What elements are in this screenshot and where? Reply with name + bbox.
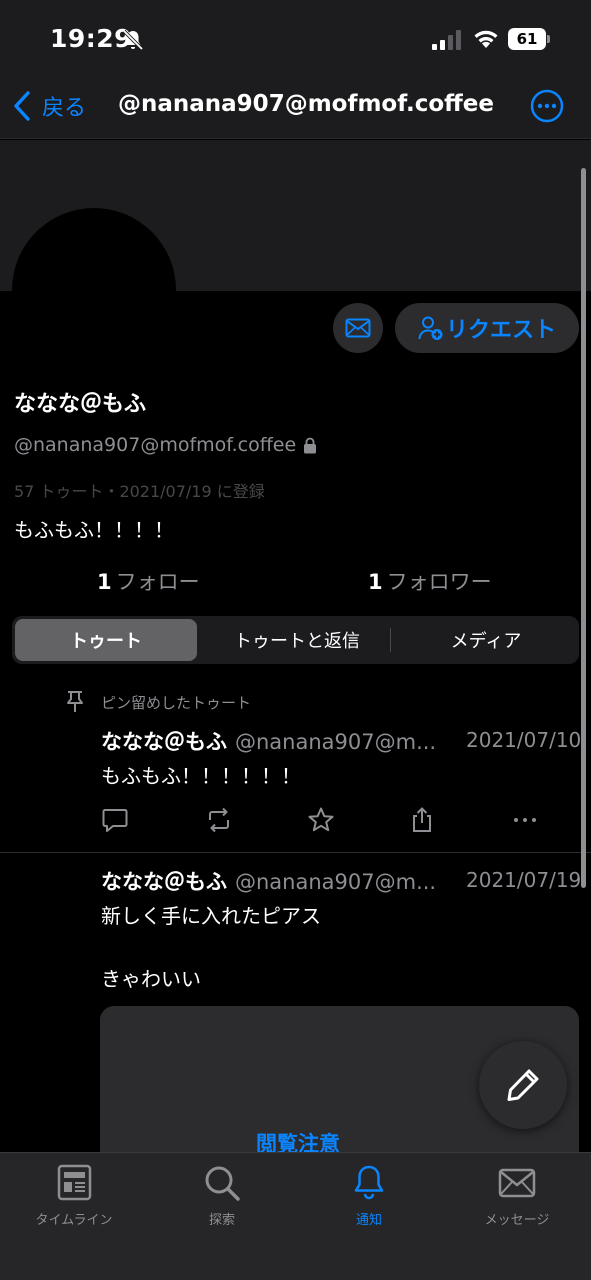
followers-label: フォロワー — [386, 570, 492, 594]
tab-toots-and-replies[interactable]: トゥートと返信 — [204, 619, 390, 661]
tab-toots[interactable]: トゥート — [15, 619, 197, 661]
tab-messages-label: メッセージ — [484, 1213, 550, 1228]
battery-tip — [547, 35, 550, 43]
tab-bar: タイムライン 探索 通知 メッセージ — [0, 1152, 591, 1280]
profile-handle: @nanana907@mofmof.coffee — [14, 434, 317, 456]
tab-media[interactable]: メディア — [396, 619, 576, 661]
pin-icon — [67, 691, 83, 712]
lock-icon — [304, 437, 317, 453]
scrollbar[interactable] — [581, 168, 586, 888]
timeline-icon — [57, 1164, 92, 1201]
share-icon[interactable] — [408, 806, 436, 834]
post-date: 2021/07/19 — [466, 868, 582, 892]
tab-timeline[interactable]: タイムライン — [0, 1163, 148, 1228]
request-label: リクエスト — [445, 318, 556, 343]
post-header[interactable]: ななな＠もふ @nanana907@m... — [101, 866, 436, 896]
post-content: もふもふ！！！！！！ — [101, 764, 301, 788]
envelope-icon — [498, 1168, 536, 1198]
cellular-signal-icon — [432, 30, 461, 50]
follow-request-button[interactable]: リクエスト — [395, 303, 579, 353]
tab-notifications[interactable]: 通知 — [295, 1163, 443, 1228]
post-content-line1: 新しく手に入れたピアス — [101, 904, 321, 928]
boost-icon[interactable] — [205, 806, 233, 834]
tab-explore-label: 探索 — [208, 1213, 235, 1228]
post-author-handle: @nanana907@m... — [235, 870, 437, 894]
back-label: 戻る — [42, 96, 87, 121]
back-button[interactable]: 戻る — [12, 89, 86, 123]
post-divider — [0, 852, 591, 853]
post-actions — [101, 806, 541, 834]
tab-messages[interactable]: メッセージ — [443, 1163, 591, 1228]
status-bar: 19:29 61 — [0, 0, 591, 75]
pencil-icon — [507, 1069, 539, 1101]
person-add-icon — [418, 316, 443, 340]
post-header[interactable]: ななな＠もふ @nanana907@m... — [101, 726, 436, 756]
profile-meta: 57 トゥート・2021/07/19 に登録 — [14, 482, 265, 501]
wifi-icon — [474, 30, 498, 48]
following-number: 1 — [97, 570, 112, 594]
tab-timeline-label: タイムライン — [35, 1213, 113, 1228]
profile-bio: もふもふ！！！！ — [14, 518, 174, 542]
navigation-bar: 戻る @nanana907@mofmof.coffee — [0, 75, 591, 139]
reply-icon[interactable] — [101, 806, 129, 834]
bell-icon — [354, 1165, 384, 1200]
display-name: ななな＠もふ — [14, 392, 147, 417]
handle-text: @nanana907@mofmof.coffee — [14, 434, 297, 456]
segment-divider — [390, 628, 391, 652]
post-author-name: ななな＠もふ — [101, 730, 227, 754]
bell-off-icon — [122, 29, 144, 51]
envelope-icon — [345, 318, 371, 338]
page-title: @nanana907@mofmof.coffee — [118, 91, 494, 117]
following-label: フォロー — [115, 570, 200, 594]
followers-number: 1 — [368, 570, 383, 594]
tab-notifications-label: 通知 — [355, 1213, 382, 1228]
battery-indicator: 61 — [508, 28, 550, 50]
more-options-icon[interactable] — [530, 89, 564, 123]
avatar[interactable] — [12, 208, 176, 372]
chevron-left-icon — [14, 91, 30, 121]
post-author-name: ななな＠もふ — [101, 870, 227, 894]
search-icon — [205, 1166, 240, 1201]
status-time: 19:29 — [50, 24, 133, 53]
post-date: 2021/07/10 — [466, 728, 582, 752]
pinned-indicator: ピン留めしたトゥート — [65, 690, 251, 714]
favorite-star-icon[interactable] — [307, 806, 335, 834]
post-filter-segment: トゥート トゥートと返信 メディア — [12, 616, 579, 664]
post-author-handle: @nanana907@m... — [235, 730, 437, 754]
more-icon[interactable] — [511, 806, 539, 834]
followers-count[interactable]: 1 フォロワー — [368, 566, 492, 596]
message-button[interactable] — [333, 303, 383, 353]
pinned-label: ピン留めしたトゥート — [101, 693, 252, 712]
following-count[interactable]: 1 フォロー — [97, 566, 200, 596]
tab-explore[interactable]: 探索 — [148, 1163, 296, 1228]
post-content-line2: きゃわいい — [101, 967, 201, 991]
battery-level: 61 — [508, 28, 546, 50]
compose-button[interactable] — [479, 1041, 567, 1129]
